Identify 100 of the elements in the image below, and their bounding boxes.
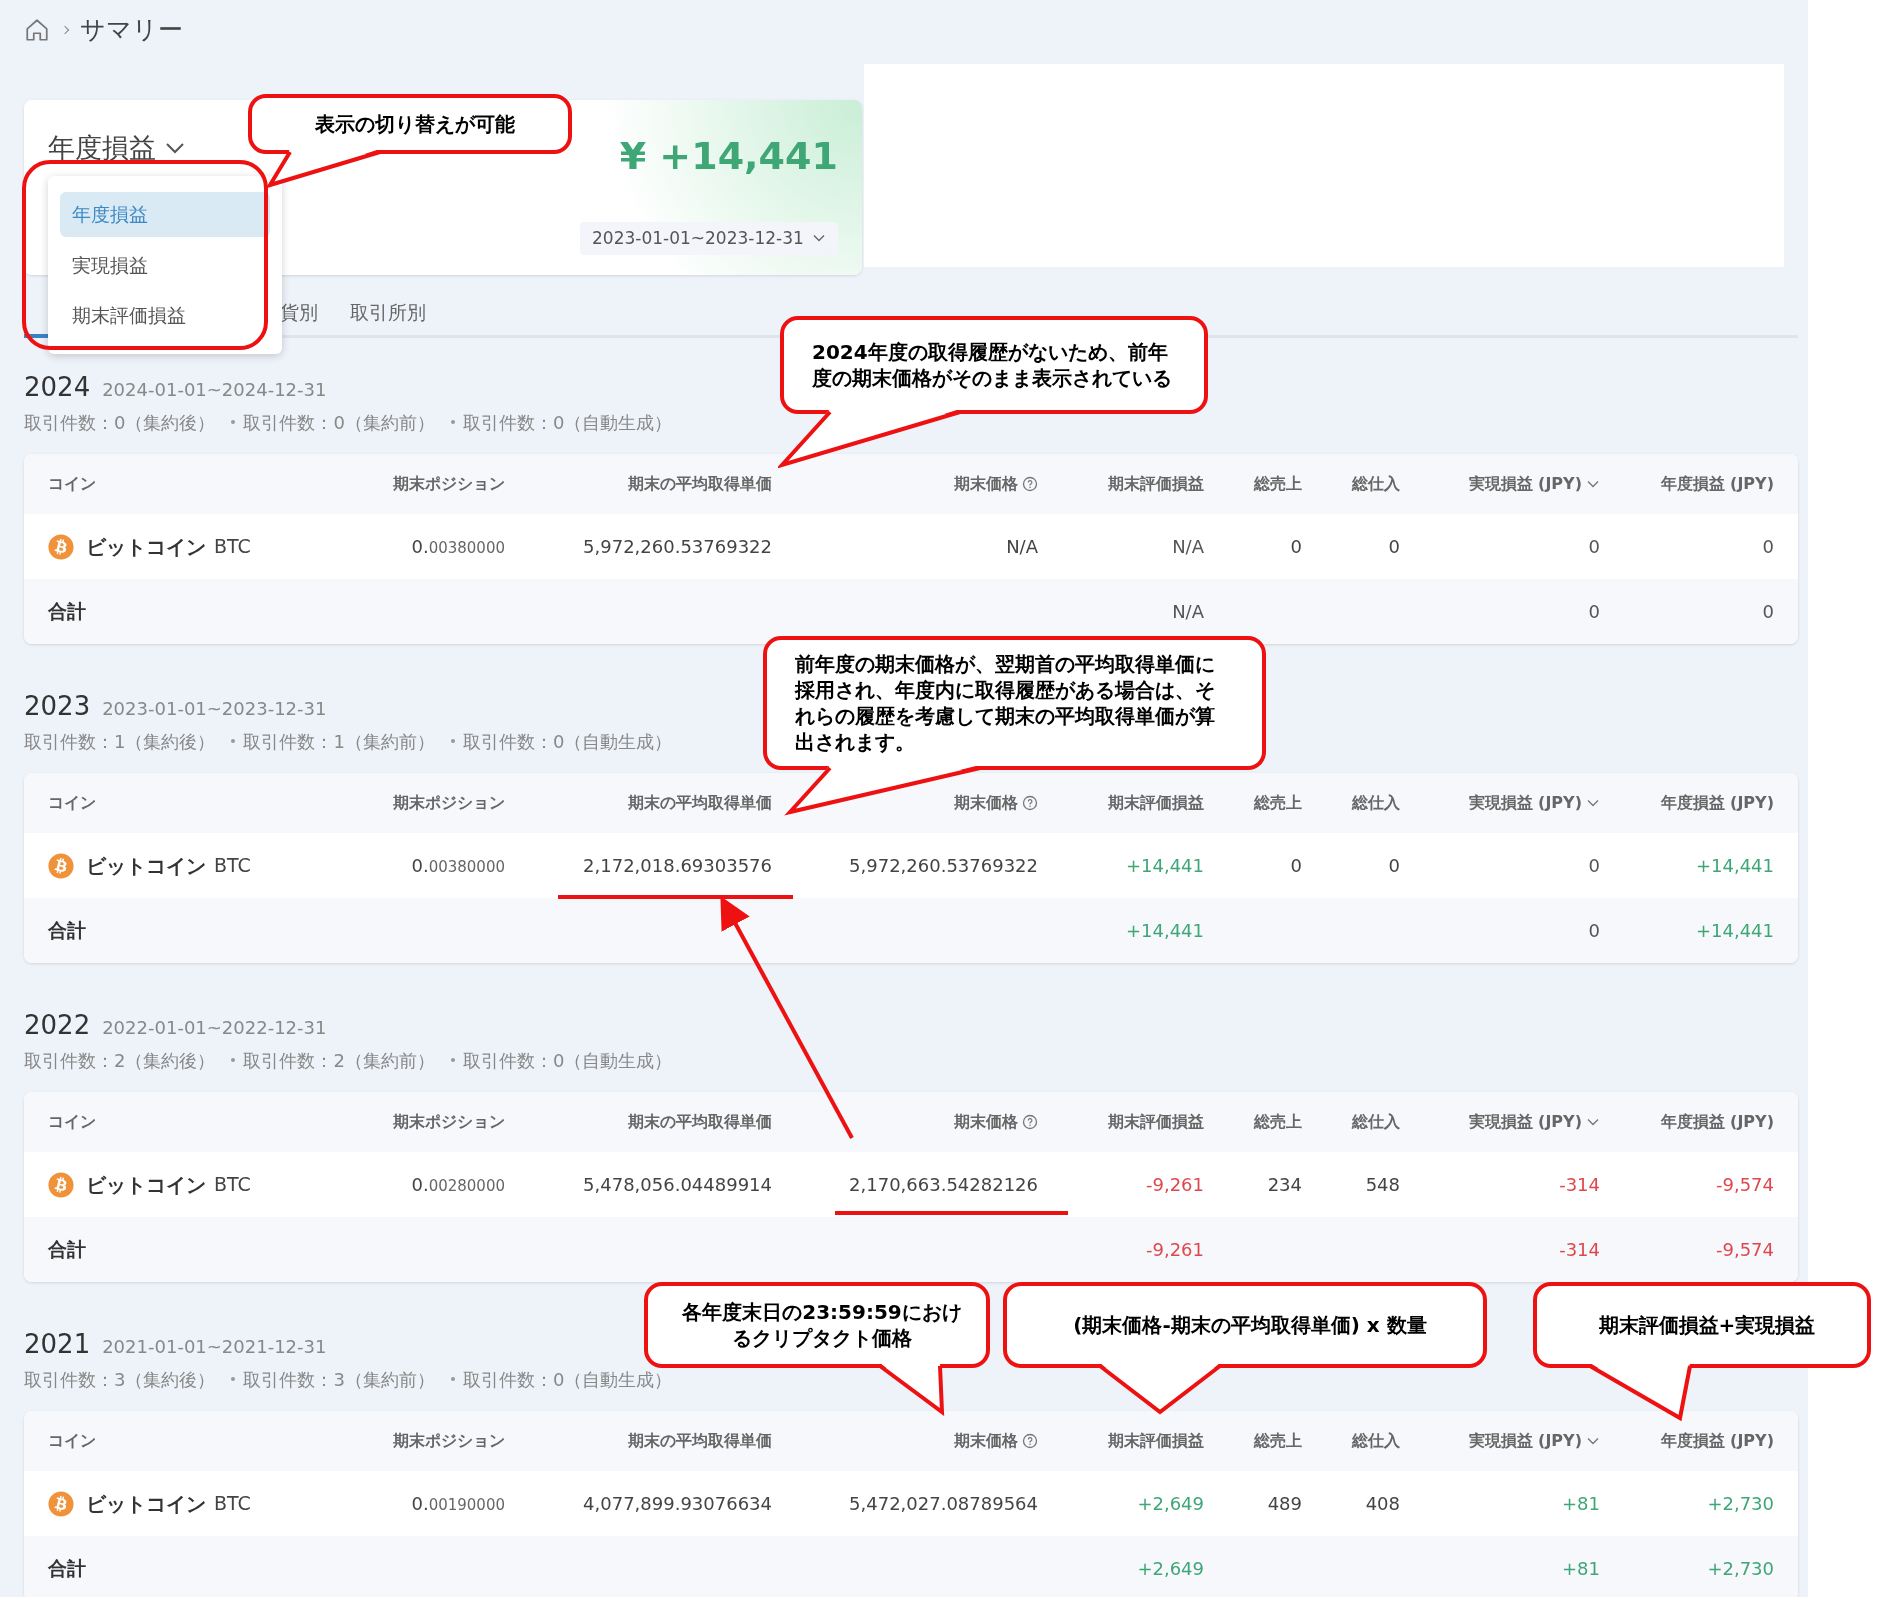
table-cell-text: -314 — [1559, 1173, 1600, 1197]
table-cell-text: 5,972,260.53769322 — [583, 535, 772, 559]
period-select[interactable]: 2023-01-01~2023-12-31 — [580, 221, 838, 255]
column-header: 期末ポジション — [393, 1111, 505, 1133]
table-cell-text: -314 — [1559, 1238, 1600, 1262]
table-cell-text: +2,649 — [1137, 1492, 1204, 1516]
column-header: コイン — [48, 792, 96, 814]
column-header: 期末評価損益 — [1108, 792, 1204, 814]
bitcoin-icon — [48, 533, 74, 560]
tab[interactable]: 取引所別 — [334, 291, 442, 338]
table-cell-text: 0 — [1588, 535, 1600, 559]
help-icon — [1022, 476, 1038, 492]
table-cell-text: 0.00280000 — [411, 1173, 505, 1197]
table-cell-text: N/A — [1172, 600, 1204, 624]
table-cell-text: +81 — [1562, 1492, 1600, 1516]
trade-count: 取引件数：0（自動生成） — [462, 729, 673, 754]
table-cell-text: 0.00380000 — [411, 535, 505, 559]
bullet-icon — [231, 1058, 236, 1062]
date-range: 2021-01-01~2021-12-31 — [102, 1335, 327, 1359]
table-cell-text: -9,261 — [1145, 1173, 1204, 1197]
breadcrumb-current: サマリー — [80, 14, 183, 47]
table-cell-text: 489 — [1267, 1492, 1302, 1516]
table-cell-text: 4,077,899.93076634 — [583, 1492, 772, 1516]
column-header: 期末の平均取得単価 — [628, 473, 772, 495]
trade-count: 取引件数：3（集約後） — [24, 1367, 216, 1392]
trade-count: 取引件数：2（集約前） — [243, 1048, 435, 1073]
metric-select[interactable]: 年度損益 — [48, 128, 186, 169]
table-cell-text: 5,478,056.04489914 — [583, 1173, 772, 1197]
bullet-icon — [450, 420, 455, 424]
column-header: 期末ポジション — [393, 1430, 505, 1452]
column-header: 実現損益 (JPY) — [1468, 1111, 1582, 1133]
column-header: 総売上 — [1254, 1111, 1302, 1133]
table-cell-text: 0 — [1762, 600, 1774, 624]
bitcoin-icon — [48, 852, 74, 879]
table-cell-text: 408 — [1365, 1492, 1400, 1516]
home-icon[interactable] — [24, 17, 50, 43]
coin-symbol: BTC — [214, 534, 251, 560]
table-cell-text: N/A — [1006, 535, 1038, 559]
menu-item[interactable]: 実現損益 — [60, 242, 270, 288]
trade-count: 取引件数：0（自動生成） — [462, 1367, 673, 1392]
column-header: 年度損益 (JPY) — [1660, 1430, 1774, 1452]
trade-count: 取引件数：2（集約後） — [24, 1048, 216, 1073]
date-range: 2024-01-01~2024-12-31 — [102, 378, 327, 402]
table-cell-text: +14,441 — [1125, 919, 1204, 943]
bullet-icon — [450, 1377, 455, 1381]
column-header: 期末ポジション — [393, 473, 505, 495]
coin-symbol: BTC — [214, 1172, 251, 1198]
table-cell-text: 234 — [1267, 1173, 1302, 1197]
table-cell-text: +2,730 — [1707, 1492, 1774, 1516]
table-cell-text: -9,574 — [1715, 1238, 1774, 1262]
column-header: 総仕入 — [1352, 473, 1400, 495]
table-cell-text: 0 — [1290, 854, 1302, 878]
table-cell-text: 2,170,663.54282126 — [849, 1173, 1038, 1197]
total-label: 合計 — [48, 599, 86, 625]
bullet-icon — [231, 420, 236, 424]
column-header: 期末価格 — [954, 1111, 1018, 1133]
callout-text: 2024年度の取得履歴がないため、前年度の期末価格がそのまま表示されている — [812, 339, 1173, 391]
column-header: 実現損益 (JPY) — [1468, 792, 1582, 814]
help-icon — [1022, 1114, 1038, 1130]
coin-name: ビットコイン — [86, 533, 206, 561]
column-header: 期末評価損益 — [1108, 473, 1204, 495]
column-header: 年度損益 (JPY) — [1660, 473, 1774, 495]
year-title: 2021 — [24, 1328, 91, 1361]
column-header: 期末価格 — [954, 473, 1018, 495]
trade-count: 取引件数：1（集約前） — [243, 729, 435, 754]
table-cell-text: +14,441 — [1125, 854, 1204, 878]
table-cell-text: -9,261 — [1145, 1238, 1204, 1262]
callout-text: 前年度の期末価格が、翌期首の平均取得単価に採用され、年度内に取得履歴がある場合は、それらの履歴を考慮して期末の平均取得単価が算出されます。 — [795, 651, 1216, 755]
bullet-icon — [231, 739, 236, 743]
column-header: 年度損益 (JPY) — [1660, 1111, 1774, 1133]
profit-amount: ¥ +14,441 — [619, 133, 838, 180]
table-cell-text: 0.00190000 — [411, 1492, 505, 1516]
callout-text: 表示の切り替えが可能 — [315, 111, 515, 137]
bitcoin-icon — [48, 1490, 74, 1517]
table-cell-text: +14,441 — [1695, 919, 1774, 943]
table-cell-text: 2,172,018.69303576 — [583, 854, 772, 878]
callout-text: (期末価格-期末の平均取得単価) x 数量 — [1073, 1312, 1427, 1338]
help-icon — [1022, 795, 1038, 811]
column-header: 期末の平均取得単価 — [628, 1430, 772, 1452]
trade-count: 取引件数：1（集約後） — [24, 729, 216, 754]
date-range: 2023-01-01~2023-12-31 — [102, 697, 327, 721]
column-header: 総売上 — [1254, 1430, 1302, 1452]
table-cell-text: +14,441 — [1695, 854, 1774, 878]
year-title: 2024 — [24, 371, 91, 404]
total-label: 合計 — [48, 918, 86, 944]
table-cell-text: 0 — [1388, 535, 1400, 559]
column-header: 実現損益 (JPY) — [1468, 1430, 1582, 1452]
table-cell-text: -9,574 — [1715, 1173, 1774, 1197]
table-cell-text: +2,649 — [1137, 1557, 1204, 1581]
column-header: 期末の平均取得単価 — [628, 792, 772, 814]
column-header: 期末価格 — [954, 1430, 1018, 1452]
bullet-icon — [231, 1377, 236, 1381]
trade-count: 取引件数：0（集約後） — [24, 410, 216, 435]
column-header: 総売上 — [1254, 792, 1302, 814]
bullet-icon — [450, 739, 455, 743]
column-header: 総仕入 — [1352, 1430, 1400, 1452]
total-label: 合計 — [48, 1237, 86, 1263]
column-header: 期末価格 — [954, 792, 1018, 814]
trade-count: 取引件数：3（集約前） — [243, 1367, 435, 1392]
bitcoin-icon — [48, 1171, 74, 1198]
